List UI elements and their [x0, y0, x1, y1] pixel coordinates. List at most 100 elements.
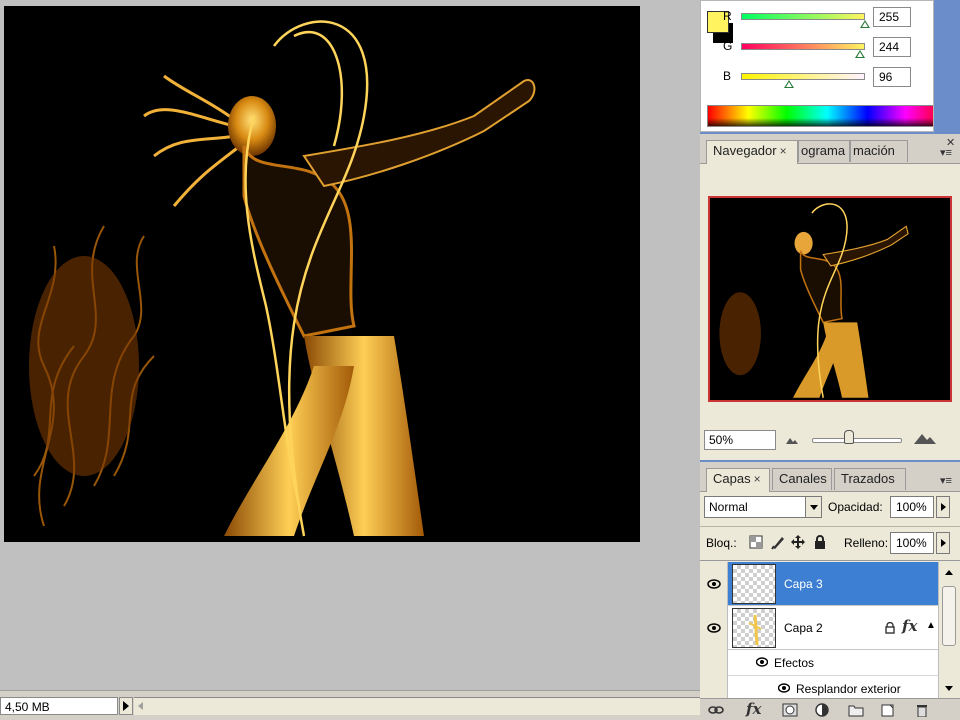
layer-effects-fx-icon[interactable]: fx [902, 617, 917, 635]
blue-channel-slider[interactable] [741, 73, 865, 80]
layers-footer-toolbar: fx [700, 698, 960, 720]
lock-move-icon[interactable] [790, 534, 806, 550]
layer-list-scrollbar[interactable] [938, 562, 960, 698]
red-value-input[interactable]: 255 [873, 7, 911, 27]
blue-slider-thumb[interactable] [783, 80, 794, 88]
document-canvas-area[interactable] [0, 0, 700, 690]
tab-capas[interactable]: Capas × [706, 468, 770, 492]
layer-thumbnail [732, 564, 776, 604]
layer-thumbnail [732, 608, 776, 648]
tab-informacion-label: mación [853, 143, 895, 158]
layer-name[interactable]: Capa 3 [784, 577, 823, 591]
tab-informacion[interactable]: mación [850, 140, 908, 162]
color-spectrum-bar[interactable] [707, 105, 933, 127]
tab-histograma-label: ograma [801, 143, 846, 158]
chevron-down-icon[interactable] [805, 497, 821, 517]
effect-row-outer-glow[interactable]: Resplandor exterior [700, 676, 938, 698]
tab-capas-label: Capas [713, 471, 751, 486]
navigator-thumbnail[interactable] [708, 196, 952, 402]
zoom-level-input[interactable]: 50% [704, 430, 776, 450]
tab-trazados-label: Trazados [841, 471, 895, 486]
adjustment-layer-icon[interactable] [814, 703, 830, 717]
green-channel-row: G 244 [723, 37, 933, 61]
layer-row-capa-2[interactable]: Capa 2 fx ▲ [700, 606, 938, 650]
scroll-up-arrow-icon[interactable] [945, 570, 953, 575]
tab-trazados[interactable]: Trazados [834, 468, 906, 490]
tab-histograma[interactable]: ograma [798, 140, 850, 162]
red-channel-label: R [723, 9, 732, 23]
green-slider-thumb[interactable] [854, 50, 865, 58]
layer-content-preview [748, 614, 762, 646]
fill-label: Relleno: [844, 536, 889, 550]
delete-layer-trash-icon[interactable] [914, 703, 930, 717]
add-mask-icon[interactable] [782, 703, 798, 717]
layer-name[interactable]: Capa 2 [784, 621, 823, 635]
add-layer-style-fx-icon[interactable]: fx [746, 700, 761, 718]
eye-icon [706, 579, 721, 589]
status-menu-arrow-icon[interactable] [119, 697, 133, 715]
new-group-folder-icon[interactable] [848, 703, 864, 717]
opacity-label: Opacidad: [828, 500, 883, 514]
effects-indent [700, 650, 728, 676]
tab-navegador[interactable]: Navegador × [706, 140, 798, 164]
green-channel-slider[interactable] [741, 43, 865, 50]
panel-menu-icon[interactable]: ▾≡ [940, 474, 952, 487]
zoom-slider-track[interactable] [812, 438, 902, 443]
lock-label: Bloq.: [706, 536, 737, 550]
color-panel: R 255 G 244 B 96 [700, 0, 934, 132]
visibility-toggle[interactable] [700, 606, 728, 650]
lock-brush-icon[interactable] [770, 534, 786, 550]
blue-channel-row: B 96 [723, 67, 933, 91]
divider [700, 526, 960, 527]
tab-navegador-label: Navegador [713, 143, 777, 158]
panel-menu-icon[interactable]: ▾≡ [940, 146, 952, 159]
eye-icon[interactable] [756, 657, 768, 667]
horizontal-scrollbar[interactable] [134, 697, 700, 715]
blue-value-input[interactable]: 96 [873, 67, 911, 87]
scroll-down-arrow-icon[interactable] [945, 686, 953, 691]
eye-icon [706, 623, 721, 633]
divider [700, 560, 960, 561]
navigator-tabbar: Navegador × ograma mación ✕ ▾≡ [700, 134, 960, 164]
doc-size-readout: 4,50 MB [0, 697, 118, 715]
layer-row-capa-3[interactable]: Capa 3 [700, 562, 938, 606]
layers-tabbar: Capas × Canales Trazados ▾≡ [700, 462, 960, 492]
color-panel-side-strip [934, 0, 960, 132]
fill-slider-arrow-icon[interactable] [936, 532, 950, 554]
red-channel-slider[interactable] [741, 13, 865, 20]
close-tab-icon[interactable]: × [780, 144, 787, 158]
effects-row[interactable]: Efectos [700, 650, 938, 676]
blend-mode-select[interactable]: Normal [704, 496, 822, 518]
panels-column: R 255 G 244 B 96 Navegador × ograma maci… [700, 0, 960, 720]
eye-icon[interactable] [778, 683, 790, 693]
dancer-photo [4, 6, 640, 542]
canvas-image[interactable] [4, 6, 640, 542]
effect-name: Resplandor exterior [796, 682, 901, 696]
zoom-out-mountain-icon[interactable] [786, 436, 798, 444]
blend-mode-value: Normal [709, 500, 748, 514]
lock-transparency-icon[interactable] [748, 534, 764, 550]
link-layers-icon[interactable] [708, 703, 724, 717]
scroll-left-arrow-icon[interactable] [138, 702, 143, 710]
expand-effects-arrow-icon[interactable]: ▲ [926, 620, 936, 631]
effects-indent [700, 676, 728, 698]
navigator-panel: Navegador × ograma mación ✕ ▾≡ 50% [700, 134, 960, 460]
zoom-slider-thumb[interactable] [844, 430, 854, 444]
lock-all-icon[interactable] [812, 534, 828, 550]
red-slider-thumb[interactable] [860, 20, 870, 28]
fill-input[interactable]: 100% [890, 532, 934, 554]
status-bar: 4,50 MB [0, 690, 700, 720]
tab-canales-label: Canales [779, 471, 827, 486]
effects-label: Efectos [774, 656, 815, 670]
visibility-toggle[interactable] [700, 562, 728, 606]
opacity-slider-arrow-icon[interactable] [936, 496, 950, 518]
opacity-input[interactable]: 100% [890, 496, 934, 518]
green-value-input[interactable]: 244 [873, 37, 911, 57]
scrollbar-thumb[interactable] [942, 586, 956, 646]
tab-canales[interactable]: Canales [772, 468, 832, 490]
close-tab-icon[interactable]: × [754, 472, 761, 486]
red-channel-row: R 255 [723, 7, 933, 31]
green-channel-label: G [723, 39, 733, 53]
new-layer-icon[interactable] [880, 703, 896, 717]
zoom-in-mountain-icon[interactable] [914, 432, 936, 444]
